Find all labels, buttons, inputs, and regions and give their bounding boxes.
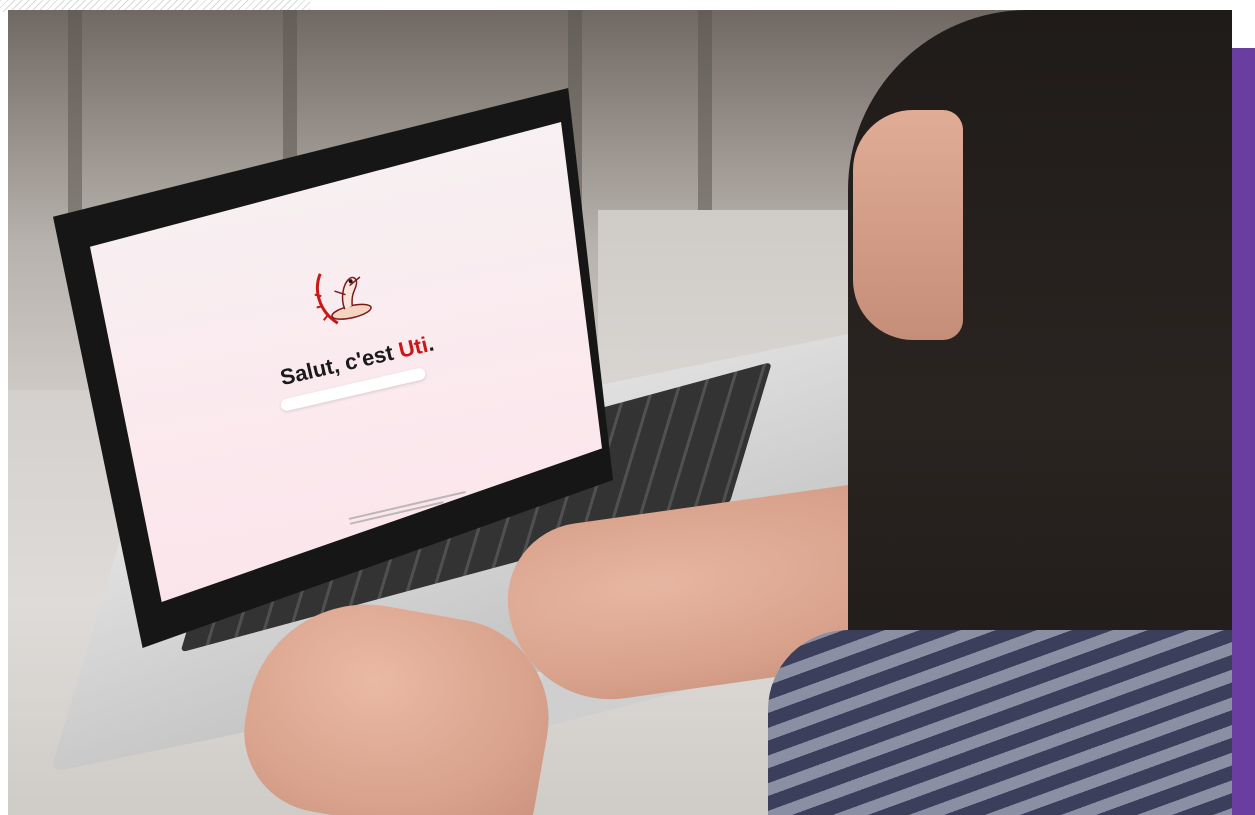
side-accent-bar: [1232, 48, 1255, 815]
person-face: [853, 110, 963, 340]
person-shirt: [768, 630, 1232, 815]
background-post: [68, 10, 82, 240]
background-post: [698, 10, 712, 240]
surfing-mascot-icon: [314, 273, 372, 325]
photo: Salut, c'est Uti.: [8, 10, 1232, 815]
